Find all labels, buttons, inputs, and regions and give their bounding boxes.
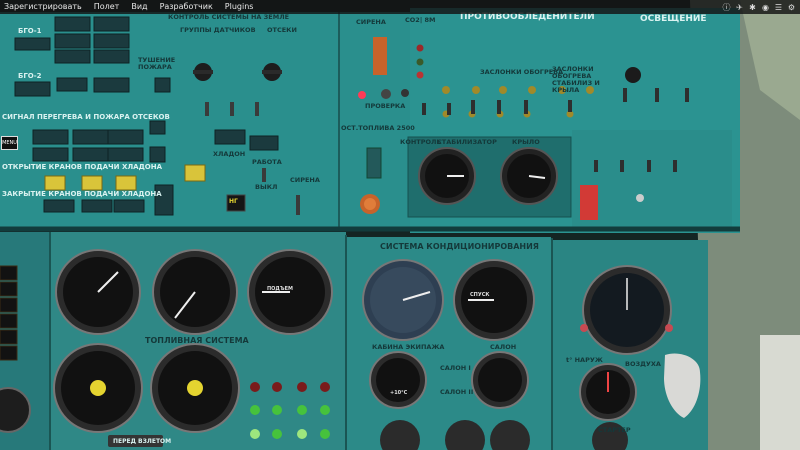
label-zaslonki-1: ЗАСЛОНКИ ОБОГРЕВА xyxy=(480,68,564,76)
label-kabina-ekipazha: КАБИНА ЭКИПАЖА xyxy=(372,343,445,351)
label-podyem: ПОДЪЕМ xyxy=(267,286,293,292)
label-otseki: ОТСЕКИ xyxy=(267,26,297,34)
menu-register[interactable]: Зарегистрировать xyxy=(4,0,82,14)
label-bgo1: БГО-1 xyxy=(18,27,42,35)
label-gruppy: ГРУППЫ ДАТЧИКОВ xyxy=(180,26,256,34)
label-starter: СТАРТЕР xyxy=(598,426,631,434)
label-vykl: ВЫКЛ xyxy=(255,183,278,191)
label-plus10: +10°С xyxy=(390,390,408,396)
menu-view[interactable]: Вид xyxy=(131,0,147,14)
label-zaslonki-2: ЗАСЛОНКИ ОБОГРЕВА СТАБИЛИЗ И КРЫЛА xyxy=(552,65,600,94)
label-ost-topliva: ОСТ.ТОПЛИВА 2500 xyxy=(341,124,415,132)
label-sirena-1: СИРЕНА xyxy=(356,18,386,26)
label-kontrol: КОНТРОЛЬ xyxy=(400,138,442,146)
label-naruzh: t° НАРУЖ xyxy=(566,356,603,364)
label-rabota: РАБОТА xyxy=(252,158,282,166)
label-otkrytie: ОТКРЫТИЕ КРАНОВ ПОДАЧИ ХЛАДОНА xyxy=(2,163,163,171)
menubar-right-icons: ⓘ ✈ ✱ ◉ ☰ ⚙ xyxy=(722,0,796,14)
plane-icon[interactable]: ✈ xyxy=(735,3,744,12)
label-overheat: СИГНАЛ ПЕРЕГРЕВА И ПОЖАРА ОТСЕКОВ xyxy=(2,113,170,121)
label-proverka: ПРОВЕРКА xyxy=(365,102,406,110)
label-co2: СО2| 8М xyxy=(405,16,436,24)
gear-icon[interactable]: ⚙ xyxy=(787,3,796,12)
cockpit-svg xyxy=(0,0,800,450)
label-salon1: САЛОН I xyxy=(440,364,471,372)
label-stabilizator: СТАБИЛИЗАТОР xyxy=(437,138,497,146)
label-krylo: КРЫЛО xyxy=(512,138,540,146)
label-osveschenie: ОСВЕЩЕНИЕ xyxy=(640,14,707,24)
guarded-red-switch[interactable] xyxy=(580,185,598,220)
label-bgo2: БГО-2 xyxy=(18,72,42,80)
label-pered-vzletom: ПЕРЕД ВЗЛЕТОМ xyxy=(113,438,172,445)
cockpit-overhead-panel: БГО-1 БГО-2 ТУШЕНИЕ ПОЖАРА КОНТРОЛЬ СИСТ… xyxy=(0,0,800,450)
label-sirena-2: СИРЕНА xyxy=(290,176,320,184)
menu-flight[interactable]: Полет xyxy=(94,0,120,14)
bug-icon[interactable]: ✱ xyxy=(748,3,757,12)
info-icon[interactable]: ⓘ xyxy=(722,3,731,12)
label-vozdukha: ВОЗДУХА xyxy=(625,360,661,368)
label-control-title: КОНТРОЛЬ СИСТЕМЫ НА ЗЕМЛЕ xyxy=(168,13,290,21)
menubar: Зарегистрировать Полет Вид Разработчик P… xyxy=(0,0,800,14)
paper-note xyxy=(760,335,800,450)
menu-plugins[interactable]: Plugins xyxy=(225,0,254,14)
label-salon2: САЛОН II xyxy=(440,388,474,396)
label-konditsionirovaniya: СИСТЕМА КОНДИЦИОНИРОВАНИЯ xyxy=(380,242,539,251)
label-ng: НГ xyxy=(229,198,238,205)
label-toplivnaya: ТОПЛИВНАЯ СИСТЕМА xyxy=(145,336,249,345)
label-salon: САЛОН xyxy=(490,343,517,351)
label-tushenie: ТУШЕНИЕ ПОЖАРА xyxy=(138,56,176,71)
label-spusk: СПУСК xyxy=(470,292,490,298)
label-khladon: ХЛАДОН xyxy=(213,150,246,158)
label-zakrytie: ЗАКРЫТИЕ КРАНОВ ПОДАЧИ ХЛАДОНА xyxy=(2,190,162,198)
location-icon[interactable]: ◉ xyxy=(761,3,770,12)
settings-sliders-icon[interactable]: ☰ xyxy=(774,3,783,12)
menu-developer[interactable]: Разработчик xyxy=(160,0,213,14)
menu-button[interactable]: MENU xyxy=(1,136,18,150)
